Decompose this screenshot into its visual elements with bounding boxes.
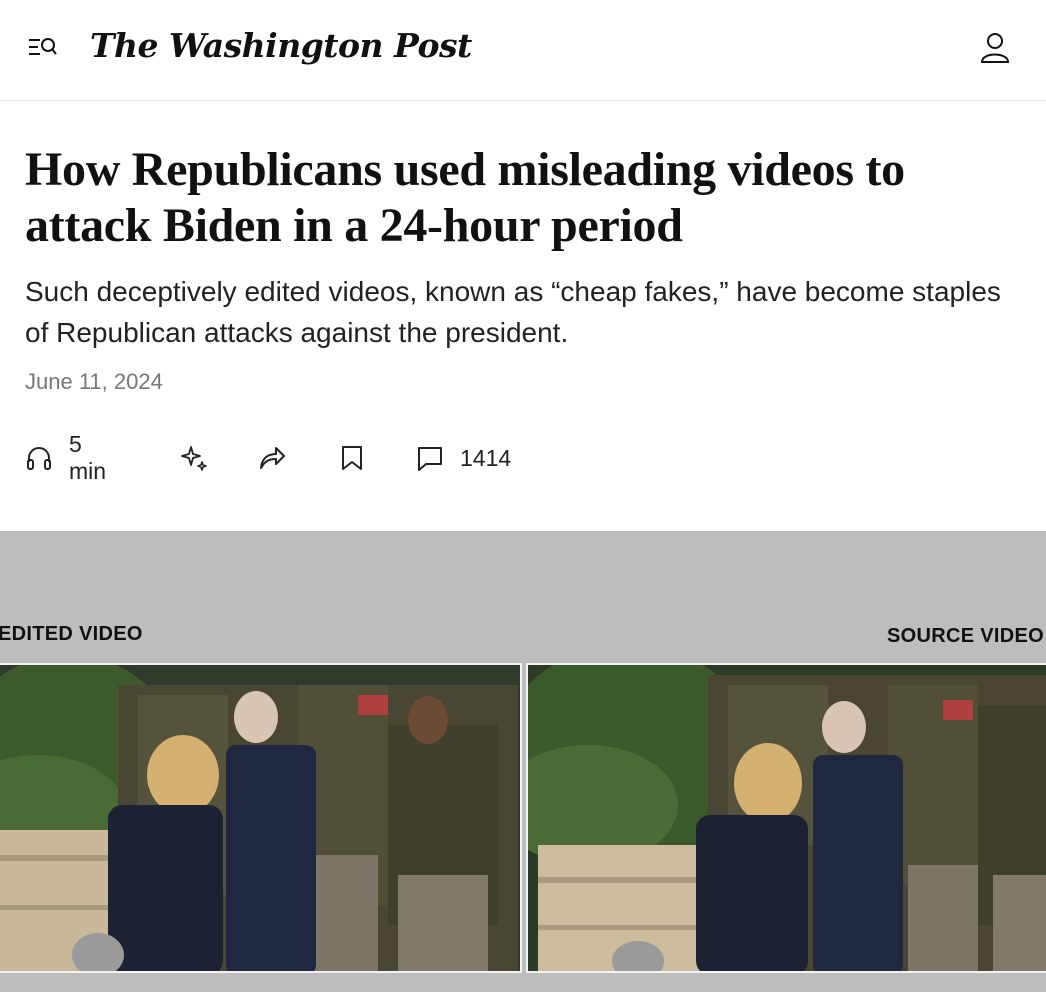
summary-button[interactable] (179, 440, 209, 476)
listen-duration: 5 min (69, 431, 107, 484)
comments-count: 1414 (460, 444, 512, 471)
site-header: The Washington Post (0, 0, 1046, 101)
sparkle-icon (179, 443, 209, 473)
source-video-caption: SOURCE VIDEO (887, 625, 1044, 647)
share-button[interactable] (257, 440, 287, 476)
bookmark-button[interactable] (339, 440, 365, 476)
comments-button[interactable]: 1414 (416, 440, 511, 476)
source-video-frame[interactable] (526, 663, 1046, 973)
headphones-icon (25, 444, 53, 472)
menu-search-icon[interactable] (28, 34, 60, 64)
edited-video-frame[interactable] (0, 663, 522, 973)
video-comparison[interactable]: EDITED VIDEO SOURCE VIDEO (0, 531, 1046, 992)
edited-video-caption: EDITED VIDEO (0, 623, 143, 645)
publish-date: June 11, 2024 (25, 369, 163, 394)
bookmark-icon (339, 443, 365, 473)
article-headline: How Republicans used misleading videos t… (25, 143, 905, 252)
comment-icon (416, 443, 444, 473)
share-icon (257, 443, 287, 473)
listen-button[interactable]: 5 min (25, 431, 106, 484)
site-logo[interactable]: The Washington Post (90, 26, 472, 65)
article-dek: Such deceptively edited videos, known as… (25, 276, 1001, 348)
account-icon[interactable] (980, 32, 1010, 64)
